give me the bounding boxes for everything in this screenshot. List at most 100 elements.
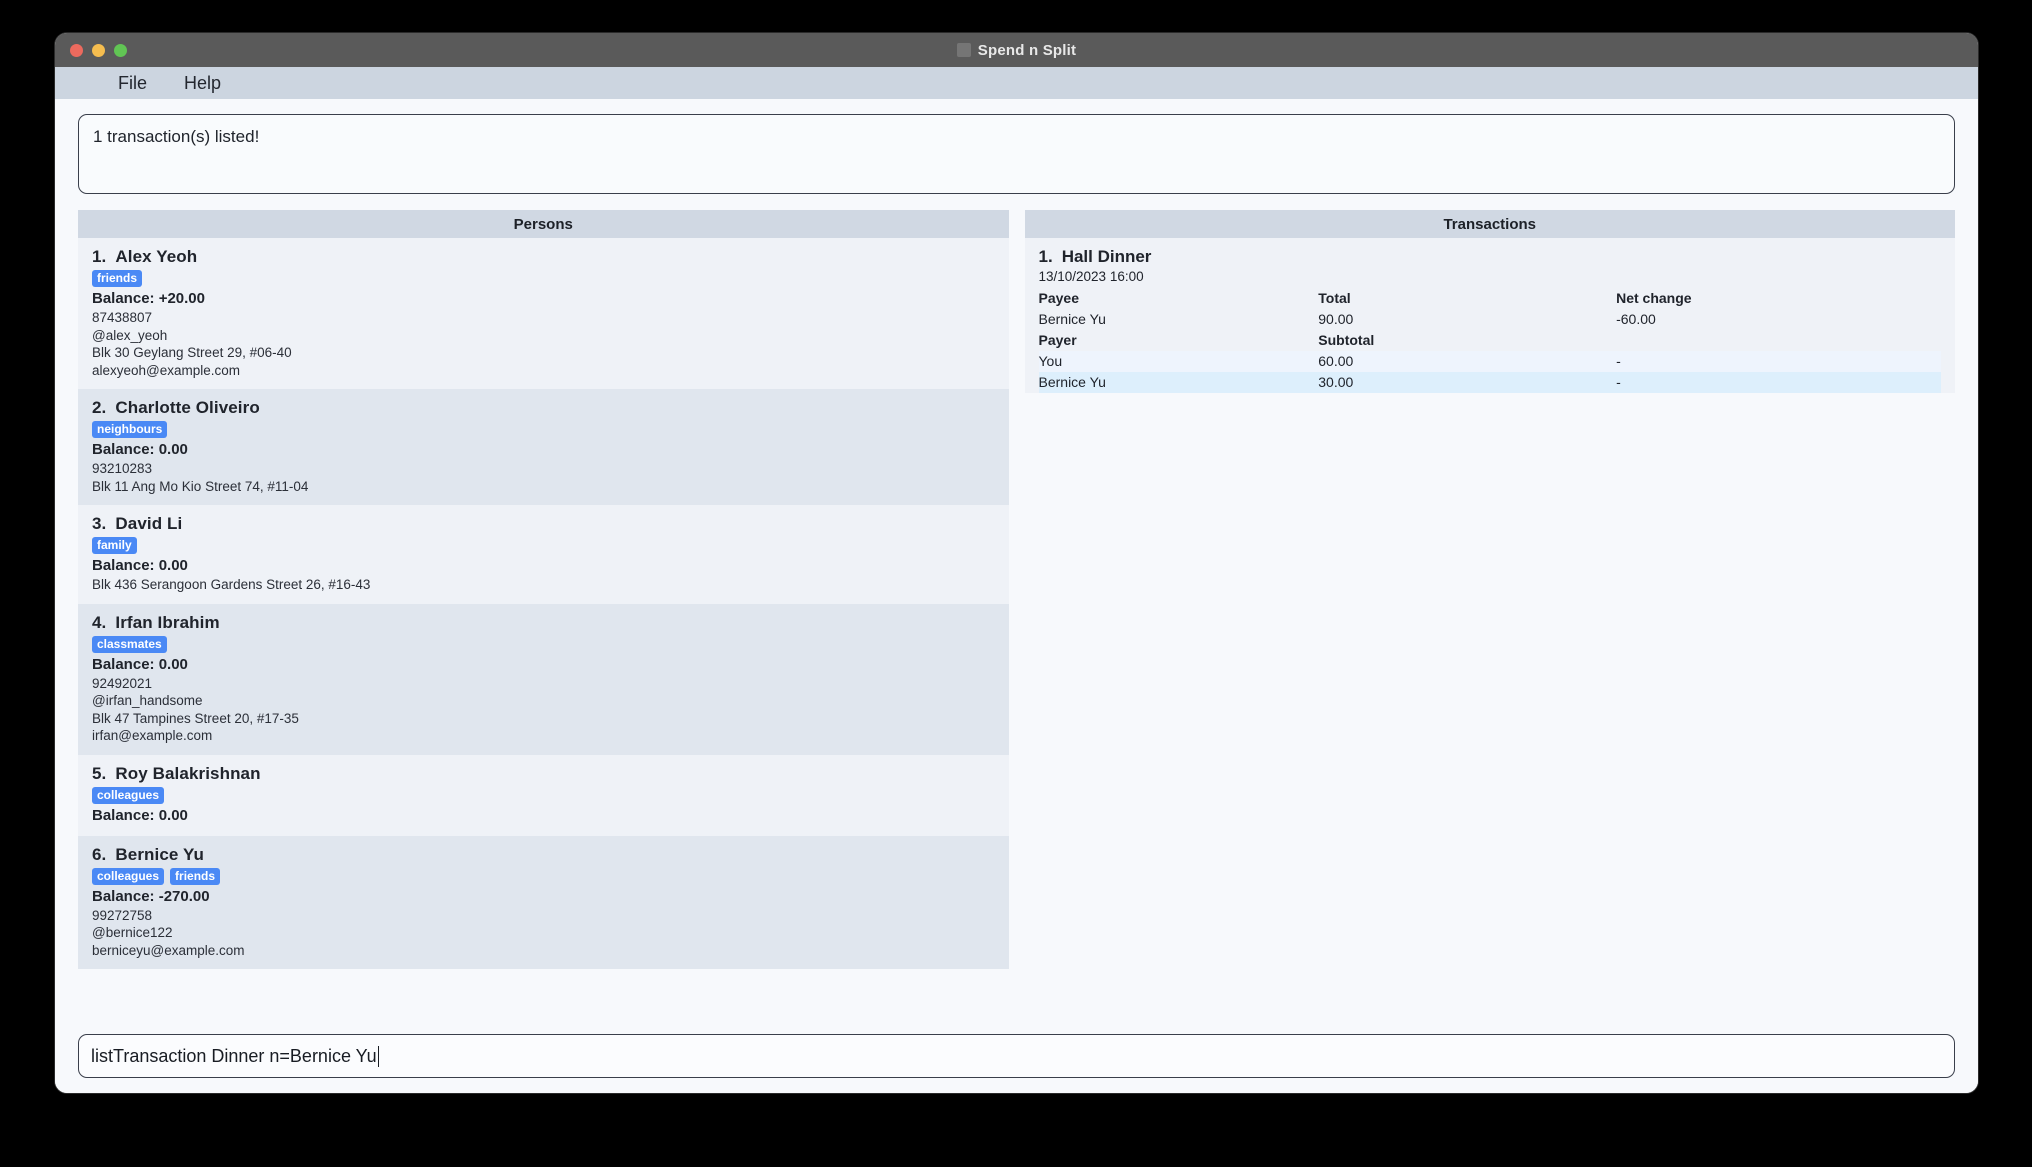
transaction-index: 1. xyxy=(1038,247,1053,266)
person-balance: Balance: +20.00 xyxy=(92,290,205,307)
transaction-title-text: Hall Dinner xyxy=(1061,247,1152,266)
person-card[interactable]: 2. Charlotte Oliveiro neighbours Balance: 0… xyxy=(78,389,1009,506)
minimize-window-button[interactable] xyxy=(92,43,105,57)
person-card[interactable]: 3. David Li family Balance: 0.00 Blk 436 Ser… xyxy=(78,505,1009,604)
person-tag-list: friends xyxy=(92,270,995,287)
person-card[interactable]: 1. Alex Yeoh friends Balance: +20.00 8743880… xyxy=(78,238,1009,390)
person-balance: Balance: 0.00 xyxy=(92,806,188,824)
persons-list[interactable]: 1. Alex Yeoh friends Balance: +20.00 8743880… xyxy=(78,238,1009,1002)
transaction-payer-row-c1: You xyxy=(1038,353,1063,369)
persons-panel-header: Persons xyxy=(78,210,1009,238)
person-name: 4. Irfan Ibrahim xyxy=(92,613,995,633)
person-index: 2. xyxy=(92,398,107,418)
transaction-payer-row: You 60.00 - xyxy=(1038,351,1941,372)
transaction-payer-row-c3: - xyxy=(1616,353,1621,369)
transaction-payer-row-c3: - xyxy=(1616,374,1621,390)
person-tag: friends xyxy=(170,867,221,885)
person-name-text: Irfan Ibrahim xyxy=(115,612,220,632)
window-body: 1 transaction(s) listed! Persons 1. Alex … xyxy=(55,99,1978,1093)
person-detail: Blk 436 Serangoon Gardens Street 26, #16… xyxy=(92,577,371,593)
transaction-payer-header: Payer Subtotal xyxy=(1039,330,1942,351)
transaction-payer-row-c2: 30.00 xyxy=(1318,374,1354,390)
person-index: 1. xyxy=(92,247,107,266)
text-caret xyxy=(377,1045,380,1067)
transactions-panel-header: Transactions xyxy=(1024,210,1955,238)
person-tag-list: family xyxy=(92,537,995,555)
person-index: 5. xyxy=(92,763,107,783)
person-tag: family xyxy=(92,537,137,555)
transaction-payee-header: Payee Total Net change xyxy=(1039,288,1942,309)
person-detail: 87438807 xyxy=(92,310,153,325)
person-tag-list: colleagues xyxy=(92,786,995,804)
person-tag: colleagues xyxy=(92,786,165,804)
person-detail: Blk 30 Geylang Street 29, #06-40 xyxy=(92,345,292,361)
person-name-text: Roy Balakrishnan xyxy=(115,763,261,783)
person-name: 5. Roy Balakrishnan xyxy=(92,764,995,784)
person-index: 4. xyxy=(92,612,107,632)
result-display-box: 1 transaction(s) listed! xyxy=(78,114,1955,194)
transaction-payer-header-c3 xyxy=(1616,330,1941,351)
transactions-panel: Transactions 1. Hall Dinner 13/10/2023 16:… xyxy=(1024,210,1955,1002)
transaction-payer-row-c1: Bernice Yu xyxy=(1038,374,1106,390)
person-detail: @bernice122 xyxy=(92,925,173,941)
person-name: 2. Charlotte Oliveiro xyxy=(92,398,995,418)
window-title: Spend n Split xyxy=(977,41,1077,59)
person-tag-list: classmates xyxy=(92,635,995,653)
transaction-payee-row-c1: Bernice Yu xyxy=(1038,311,1106,327)
person-detail: Blk 11 Ang Mo Kio Street 74, #11-04 xyxy=(92,478,309,494)
persons-panel: Persons 1. Alex Yeoh friends Balance: +20.0… xyxy=(78,210,1009,1002)
person-balance: Balance: 0.00 xyxy=(92,441,188,459)
command-input-value: listTransaction Dinner n=Bernice Yu xyxy=(91,1045,377,1066)
transaction-payee-row-c3: -60.00 xyxy=(1616,311,1656,327)
person-index: 6. xyxy=(92,844,107,864)
person-card[interactable]: 4. Irfan Ibrahim classmates Balance: 0.00 92… xyxy=(78,603,1009,755)
person-detail: @irfan_handsome xyxy=(92,693,203,709)
person-card[interactable]: 5. Roy Balakrishnan colleagues Balance: 0.0… xyxy=(78,754,1009,836)
transaction-payer-row-c2: 60.00 xyxy=(1318,353,1354,369)
menu-item-file[interactable]: File xyxy=(118,73,147,94)
person-name-text: Alex Yeoh xyxy=(115,247,198,266)
person-balance: Balance: 0.00 xyxy=(92,557,188,575)
transactions-list[interactable]: 1. Hall Dinner 13/10/2023 16:00 Payee Total N… xyxy=(1024,238,1955,1002)
person-index: 3. xyxy=(92,514,107,534)
person-tag-list: neighbours xyxy=(92,421,995,439)
traffic-light-buttons xyxy=(70,43,127,57)
person-name: 6. Bernice Yu xyxy=(92,845,995,865)
transaction-payer-row: Bernice Yu 30.00 - xyxy=(1038,372,1941,393)
person-name-text: David Li xyxy=(115,514,183,534)
transaction-payee-row: Bernice Yu 90.00 -60.00 xyxy=(1039,309,1942,330)
person-balance: Balance: -270.00 xyxy=(92,887,210,905)
person-detail: irfan@example.com xyxy=(92,728,213,744)
transaction-title: 1. Hall Dinner xyxy=(1039,247,1942,267)
menu-item-help[interactable]: Help xyxy=(184,73,221,94)
person-detail: alexyeoh@example.com xyxy=(92,362,241,378)
transaction-payer-header-c2: Subtotal xyxy=(1318,332,1375,348)
person-detail: Blk 47 Tampines Street 20, #17-35 xyxy=(92,710,299,726)
person-detail: @alex_yeoh xyxy=(92,327,168,343)
person-tag: colleagues xyxy=(92,867,165,885)
person-name: 3. David Li xyxy=(92,514,995,534)
app-icon xyxy=(956,43,971,57)
result-display-message: 1 transaction(s) listed! xyxy=(93,127,260,146)
window-titlebar: Spend n Split xyxy=(55,33,1978,67)
person-detail: 92492021 xyxy=(92,675,153,691)
window-title-container: Spend n Split xyxy=(55,42,1978,59)
person-detail: 93210283 xyxy=(92,461,153,477)
close-window-button[interactable] xyxy=(70,43,83,57)
maximize-window-button[interactable] xyxy=(114,43,127,57)
person-card[interactable]: 6. Bernice Yu colleagues friends Balance: -2… xyxy=(78,835,1009,970)
app-window: Spend n Split File Help 1 transaction(s)… xyxy=(55,33,1978,1093)
transaction-table: Payee Total Net change Bernice Yu 90.00 -60.0… xyxy=(1038,288,1942,393)
person-balance: Balance: 0.00 xyxy=(92,655,188,673)
person-tag-list: colleagues friends xyxy=(92,867,995,885)
transaction-payee-row-c2: 90.00 xyxy=(1318,311,1354,327)
transaction-payee-header-c1: Payee xyxy=(1038,290,1079,306)
transaction-card[interactable]: 1. Hall Dinner 13/10/2023 16:00 Payee Total N… xyxy=(1024,238,1955,393)
transaction-datetime: 13/10/2023 16:00 xyxy=(1038,269,1144,284)
transaction-payer-header-c1: Payer xyxy=(1038,332,1077,348)
person-detail: berniceyu@example.com xyxy=(92,942,245,958)
command-input-box[interactable]: listTransaction Dinner n=Bernice Yu xyxy=(78,1034,1955,1078)
menu-bar: File Help xyxy=(55,67,1978,99)
person-detail: 99272758 xyxy=(92,907,153,923)
